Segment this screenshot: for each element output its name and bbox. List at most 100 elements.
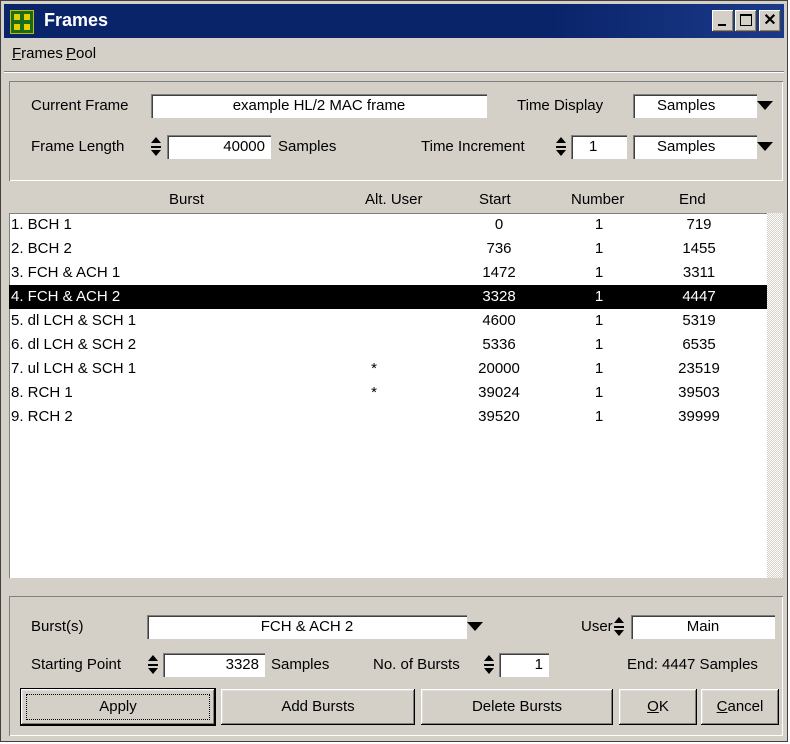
- table-row[interactable]: 4. FCH & ACH 2 3328 1 4447: [9, 285, 767, 309]
- time-increment-label: Time Increment: [421, 138, 525, 155]
- column-burst[interactable]: Burst: [169, 191, 204, 208]
- cell-number: 1: [594, 408, 604, 425]
- cell-burst: 2. BCH 2: [11, 240, 72, 257]
- ok-accel: O: [647, 698, 659, 715]
- cell-start: 4600: [482, 312, 516, 329]
- frame-length-field[interactable]: 40000: [167, 135, 271, 159]
- cell-end: 6535: [682, 336, 716, 353]
- maximize-icon[interactable]: [735, 10, 757, 32]
- menu-pool-accel: P: [66, 45, 77, 62]
- cell-end: 719: [686, 216, 712, 233]
- frame-length-spinner-icon[interactable]: [150, 135, 162, 159]
- cell-alt: *: [371, 384, 377, 401]
- cell-burst: 4. FCH & ACH 2: [11, 288, 121, 305]
- user-field[interactable]: Main: [631, 615, 775, 639]
- table-row[interactable]: 7. ul LCH & SCH 1 * 20000 1 23519: [9, 357, 767, 381]
- table-row[interactable]: 5. dl LCH & SCH 1 4600 1 5319: [9, 309, 767, 333]
- apply-button[interactable]: Apply: [20, 688, 216, 726]
- frame-length-label: Frame Length: [31, 138, 125, 155]
- current-frame-label: Current Frame: [31, 97, 129, 114]
- table-row[interactable]: 2. BCH 2 736 1 1455: [9, 237, 767, 261]
- cell-burst: 3. FCH & ACH 1: [11, 264, 121, 281]
- starting-point-label: Starting Point: [31, 656, 122, 673]
- column-end[interactable]: End: [679, 191, 706, 208]
- cell-start: 1472: [482, 264, 516, 281]
- cell-start: 0: [494, 216, 504, 233]
- cell-start: 5336: [482, 336, 516, 353]
- cell-burst: 8. RCH 1: [11, 384, 73, 401]
- cell-alt: *: [371, 360, 377, 377]
- time-display-select[interactable]: Samples: [633, 94, 757, 118]
- table-row[interactable]: 8. RCH 1 * 39024 1 39503: [9, 381, 767, 405]
- time-increment-dropdown-icon[interactable]: [754, 135, 776, 159]
- starting-point-spinner-icon[interactable]: [147, 653, 159, 677]
- cell-end: 39503: [678, 384, 720, 401]
- cell-end: 39999: [678, 408, 720, 425]
- starting-point-unit: Samples: [271, 656, 330, 673]
- cancel-accel: C: [716, 698, 728, 715]
- close-icon[interactable]: ✕: [759, 10, 781, 32]
- table-row[interactable]: 3. FCH & ACH 1 1472 1 3311: [9, 261, 767, 285]
- cell-end: 5319: [682, 312, 716, 329]
- table-row[interactable]: 6. dl LCH & SCH 2 5336 1 6535: [9, 333, 767, 357]
- cell-burst: 5. dl LCH & SCH 1: [11, 312, 137, 329]
- apply-focus-rect: [26, 694, 210, 720]
- cell-end: 3311: [682, 264, 716, 281]
- column-start[interactable]: Start: [479, 191, 511, 208]
- cell-start: 39520: [478, 408, 520, 425]
- minimize-icon[interactable]: [712, 10, 734, 32]
- cell-number: 1: [594, 288, 604, 305]
- bursts-select[interactable]: FCH & ACH 2: [147, 615, 467, 639]
- cell-burst: 1. BCH 1: [11, 216, 72, 233]
- bursts-dropdown-icon[interactable]: [464, 615, 486, 639]
- time-increment-field[interactable]: 1: [571, 135, 627, 159]
- cell-burst: 9. RCH 2: [11, 408, 73, 425]
- num-bursts-spinner-icon[interactable]: [483, 653, 495, 677]
- time-increment-unit-select[interactable]: Samples: [633, 135, 757, 159]
- cell-number: 1: [594, 384, 604, 401]
- time-display-dropdown-icon[interactable]: [754, 94, 776, 118]
- num-bursts-field[interactable]: 1: [499, 653, 549, 677]
- menu-frames[interactable]: Frames: [12, 45, 63, 62]
- ok-button[interactable]: OK: [619, 689, 697, 725]
- frames-window: Frames ✕ Frames Pool Current Frame examp…: [0, 0, 788, 742]
- cell-end: 1455: [682, 240, 716, 257]
- cell-number: 1: [594, 312, 604, 329]
- cell-number: 1: [594, 336, 604, 353]
- cell-number: 1: [594, 360, 604, 377]
- cancel-button[interactable]: Cancel: [701, 689, 779, 725]
- time-increment-spinner-icon[interactable]: [555, 135, 567, 159]
- column-alt-user[interactable]: Alt. User: [365, 191, 423, 208]
- menu-frames-label: rames: [21, 45, 63, 62]
- cell-number: 1: [594, 264, 604, 281]
- cell-burst: 7. ul LCH & SCH 1: [11, 360, 137, 377]
- cell-number: 1: [594, 216, 604, 233]
- cell-burst: 6. dl LCH & SCH 2: [11, 336, 137, 353]
- current-frame-field[interactable]: example HL/2 MAC frame: [151, 94, 487, 118]
- user-spinner-icon[interactable]: [613, 615, 625, 639]
- cell-start: 3328: [482, 288, 516, 305]
- menu-pool[interactable]: Pool: [66, 45, 96, 62]
- frame-length-unit: Samples: [278, 138, 337, 155]
- burst-list-scrollbar[interactable]: [767, 213, 783, 578]
- cancel-label: ancel: [727, 698, 764, 715]
- menu-bar: Frames Pool: [4, 41, 784, 69]
- ok-label: K: [658, 698, 669, 715]
- title-bar[interactable]: Frames ✕: [4, 4, 784, 38]
- menu-separator: [4, 71, 784, 73]
- cell-end: 4447: [682, 288, 716, 305]
- num-bursts-label: No. of Bursts: [373, 656, 460, 673]
- cell-start: 20000: [478, 360, 520, 377]
- time-display-label: Time Display: [517, 97, 604, 114]
- cell-number: 1: [594, 240, 604, 257]
- table-row[interactable]: 9. RCH 2 39520 1 39999: [9, 405, 767, 429]
- add-bursts-button[interactable]: Add Bursts: [221, 689, 415, 725]
- starting-point-field[interactable]: 3328: [163, 653, 265, 677]
- table-row[interactable]: 1. BCH 1 0 1 719: [9, 213, 767, 237]
- bursts-label: Burst(s): [31, 618, 84, 635]
- delete-bursts-button[interactable]: Delete Bursts: [421, 689, 613, 725]
- window-title: Frames: [44, 10, 109, 30]
- burst-list[interactable]: 1. BCH 1 0 1 719 2. BCH 2 736 1 1455 3. FCH & AC…: [9, 213, 767, 578]
- column-number[interactable]: Number: [571, 191, 624, 208]
- menu-pool-label: ool: [76, 45, 97, 62]
